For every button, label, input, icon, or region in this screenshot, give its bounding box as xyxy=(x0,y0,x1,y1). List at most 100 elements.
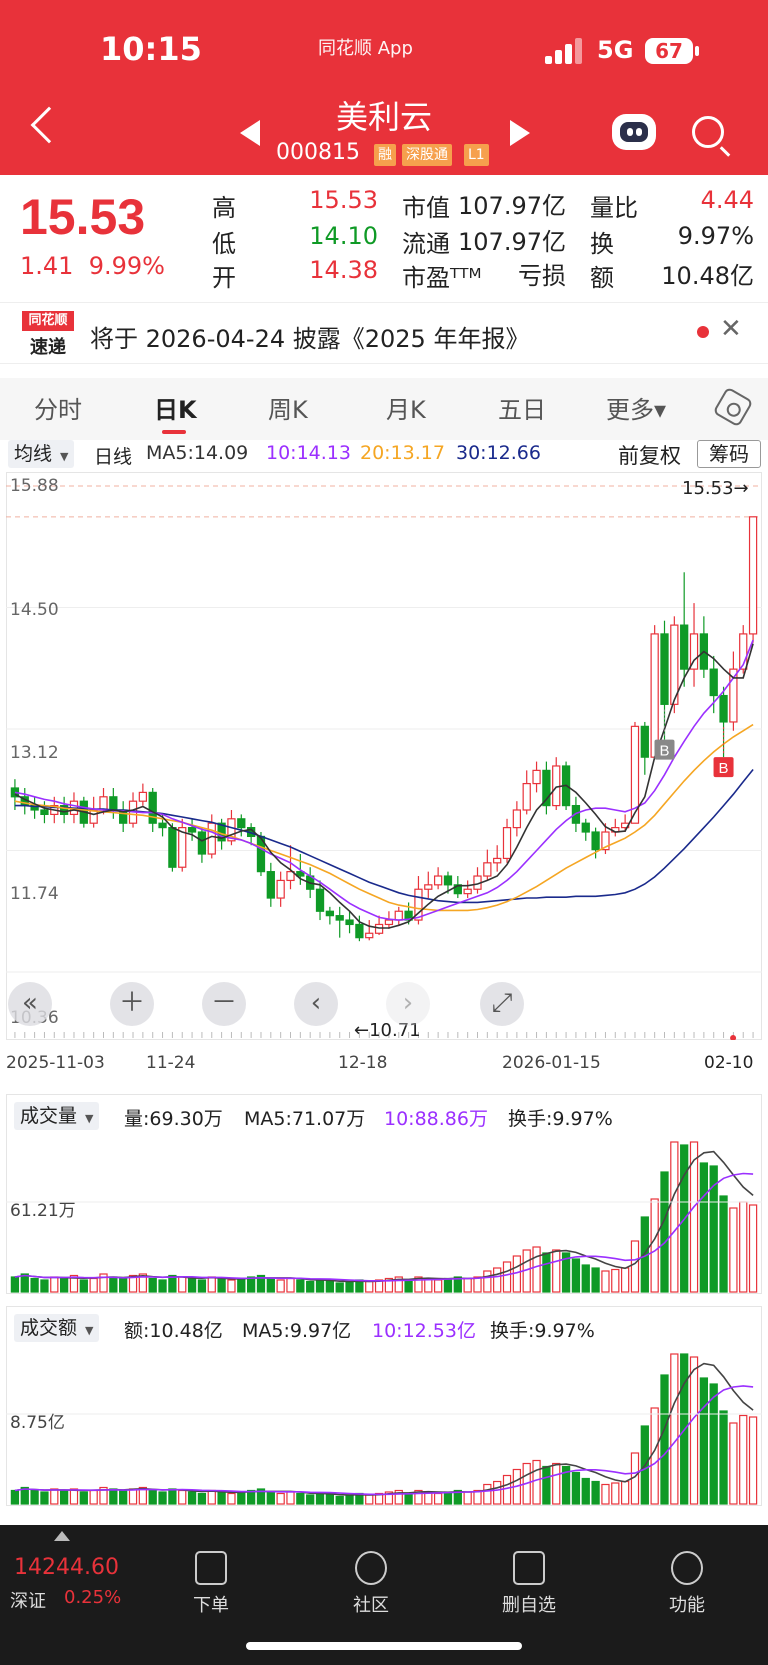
candle xyxy=(119,801,128,833)
volume-bar xyxy=(10,1276,20,1293)
x-label-2: 11-24 xyxy=(146,1053,196,1073)
nav-order[interactable]: 下单 xyxy=(166,1551,256,1617)
buy-marker-label: B xyxy=(659,743,669,760)
volume-bar xyxy=(50,1276,59,1293)
volume-bar xyxy=(59,1277,69,1293)
nav-remove-watchlist[interactable]: 删自选 xyxy=(484,1551,574,1617)
volume-bar xyxy=(276,1279,285,1293)
nav-community[interactable]: 社区 xyxy=(326,1551,416,1617)
candle xyxy=(30,796,39,819)
assistant-robot-icon[interactable] xyxy=(612,114,656,150)
y-label-3: 13.12 xyxy=(10,743,59,763)
prev-stock-button[interactable] xyxy=(240,120,260,146)
network-type: 5G xyxy=(597,36,634,64)
volume-bar xyxy=(286,1491,295,1505)
x-label-1: 2025-11-03 xyxy=(6,1053,105,1073)
volume-bar xyxy=(89,1489,98,1505)
tab-weekly-k[interactable]: 周K xyxy=(268,390,308,425)
volume-bar xyxy=(571,1471,581,1505)
volume-bar xyxy=(119,1489,128,1505)
index-value[interactable]: 14244.60 xyxy=(14,1555,119,1580)
ma-selector[interactable]: 均线 xyxy=(8,440,75,468)
candle-body xyxy=(660,633,669,705)
volume-bar xyxy=(128,1488,138,1505)
volume-bar xyxy=(30,1489,39,1505)
nav-functions[interactable]: 功能 xyxy=(642,1551,732,1617)
float-label: 流通 xyxy=(402,230,450,258)
scroll-left-icon[interactable]: ‹ xyxy=(294,982,338,1026)
volume-bar xyxy=(187,1277,197,1293)
candle xyxy=(237,814,246,837)
current-date-dot xyxy=(730,1035,737,1040)
collapse-left-icon[interactable]: « xyxy=(8,982,52,1026)
candle-body xyxy=(325,910,335,917)
candle xyxy=(512,801,522,837)
search-icon[interactable] xyxy=(692,116,724,148)
volume-bar xyxy=(40,1491,49,1505)
news-banner[interactable]: 同花顺 速递 将于 2026-04-24 披露《2025 年年报》 xyxy=(0,302,768,364)
volume-bar xyxy=(601,1270,610,1293)
open-label: 开 xyxy=(212,264,236,292)
next-stock-button[interactable] xyxy=(510,120,530,146)
ma30-legend: 30:12.66 xyxy=(456,442,541,464)
volume-bar xyxy=(286,1277,295,1293)
candle xyxy=(581,818,590,841)
candle xyxy=(197,827,207,863)
menu-icon xyxy=(671,1551,703,1585)
candle xyxy=(502,818,512,863)
candle xyxy=(483,849,492,881)
candle xyxy=(680,572,689,687)
volume-bar xyxy=(325,1280,335,1293)
open-value: 14.38 xyxy=(309,256,378,284)
candle-body xyxy=(680,624,689,670)
turnover-label: 换 xyxy=(590,230,614,258)
expand-up-icon[interactable] xyxy=(54,1531,70,1541)
tab-intraday[interactable]: 分时 xyxy=(34,390,82,425)
tab-monthly-k[interactable]: 月K xyxy=(386,390,426,425)
document-icon xyxy=(195,1551,227,1585)
candle xyxy=(699,616,709,678)
candle xyxy=(394,906,403,925)
candle xyxy=(729,651,738,731)
volume-bar xyxy=(119,1277,128,1293)
home-indicator xyxy=(246,1642,522,1650)
kline-chart[interactable]: BB xyxy=(6,472,762,1040)
chips-button[interactable]: 筹码 xyxy=(697,440,761,468)
volume-bar xyxy=(581,1264,590,1293)
candle-body xyxy=(591,831,600,851)
candle-body xyxy=(394,910,403,921)
news-logo-bottom: 速递 xyxy=(30,337,66,358)
fullscreen-icon[interactable]: ⤢ xyxy=(480,982,524,1026)
nav-functions-label: 功能 xyxy=(669,1595,705,1616)
volume-bar xyxy=(433,1279,443,1293)
volume-bar xyxy=(748,1204,758,1293)
tab-daily-k[interactable]: 日K xyxy=(154,390,197,425)
tab-more[interactable]: 更多▾ xyxy=(606,390,666,425)
active-tab-indicator xyxy=(162,430,186,434)
price-change-pct: 9.99% xyxy=(88,252,165,280)
volume-bar xyxy=(502,1474,512,1505)
volume-bar xyxy=(571,1258,581,1293)
candle-body xyxy=(719,694,728,723)
volume-bar xyxy=(345,1280,354,1293)
scroll-right-icon[interactable]: › xyxy=(386,982,430,1026)
candle-body xyxy=(158,822,167,829)
candle-body xyxy=(355,923,364,939)
close-icon[interactable]: ✕ xyxy=(720,314,742,344)
zoom-out-icon[interactable]: － xyxy=(202,982,246,1026)
candle xyxy=(542,761,551,815)
zoom-in-icon[interactable]: ＋ xyxy=(110,982,154,1026)
ma20-legend: 20:13.17 xyxy=(360,442,445,464)
x-label-3: 12-18 xyxy=(338,1053,388,1073)
adjust-mode[interactable]: 前复权 xyxy=(618,440,681,470)
volume-bar xyxy=(689,1356,699,1505)
tab-five-day[interactable]: 五日 xyxy=(498,390,546,425)
turnover-value: 9.97% xyxy=(677,222,754,250)
volume-chart[interactable] xyxy=(6,1130,762,1294)
volume-bar xyxy=(719,1195,728,1293)
volume-bar xyxy=(542,1465,551,1505)
chart-tabs: 分时 日K 周K 月K 五日 更多▾ xyxy=(0,378,768,440)
mktcap-label: 市值 xyxy=(402,194,450,222)
amount-chart[interactable] xyxy=(6,1342,762,1506)
volume-bar xyxy=(650,1198,659,1293)
